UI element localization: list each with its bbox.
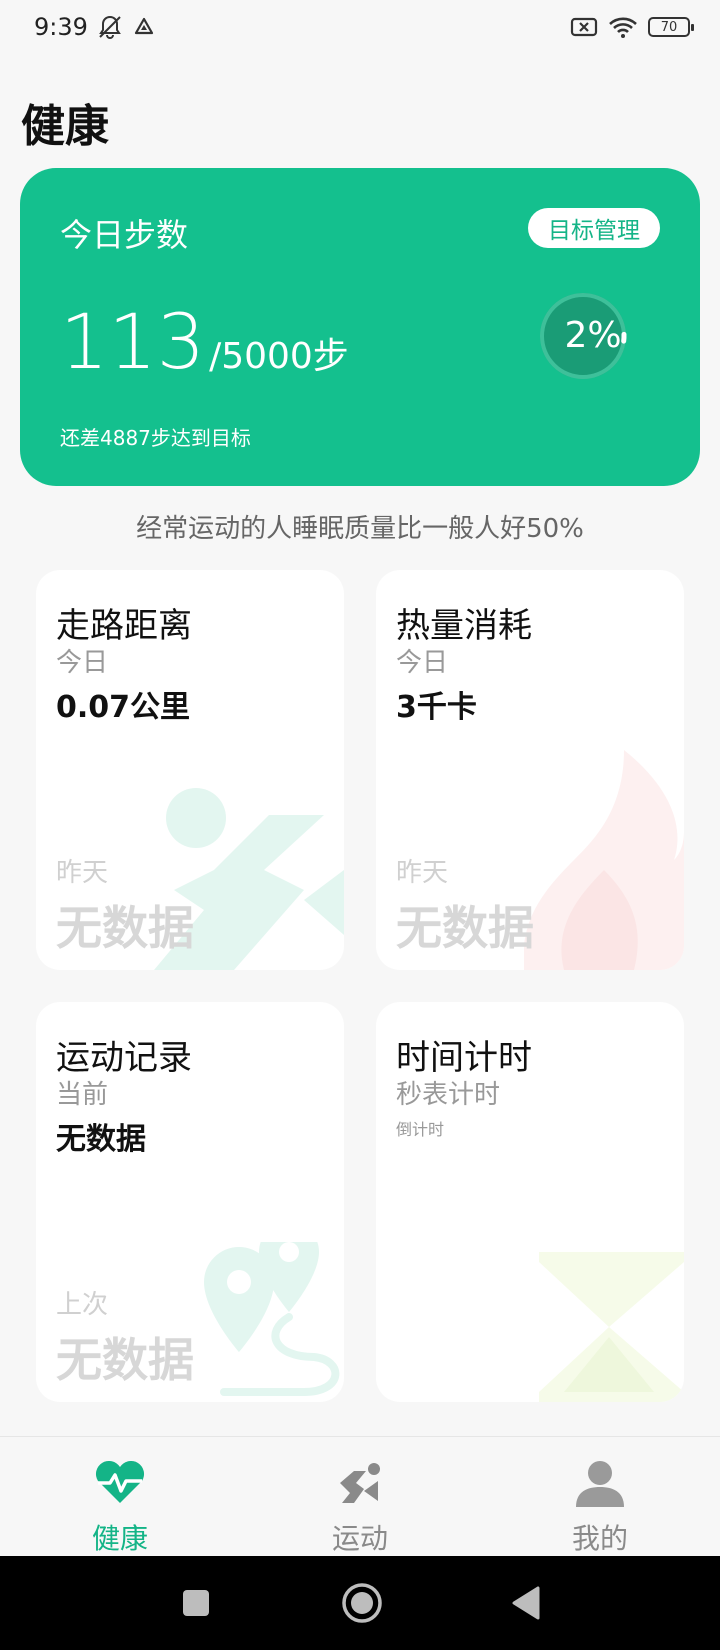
nav-label-sport: 运动 [331,1522,388,1555]
nav-item-mine[interactable]: 我的 [480,1437,720,1557]
exercise-records-value: 无数据 [56,1122,146,1157]
exercise-records-prev-label: 上次 [56,1290,109,1320]
walk-distance-prev-label: 昨天 [56,858,109,888]
heart-pulse-icon [94,1457,146,1509]
stopwatch-label: 秒表计时 [396,1080,501,1110]
walk-distance-value: 0.07公里 [56,690,191,725]
home-button[interactable] [334,1556,390,1650]
status-time: 9:39 [34,13,88,41]
walk-distance-title: 走路距离 [56,606,192,646]
wifi-icon [608,15,638,39]
flame-icon [524,750,684,970]
nav-item-sport[interactable]: 运动 [240,1437,480,1557]
walk-distance-prev-value: 无数据 [56,901,194,955]
steps-value: 113 [60,297,206,386]
calories-title: 热量消耗 [396,606,532,646]
walk-distance-subtitle: 今日 [56,648,109,678]
battery-icon: 70 [648,17,694,37]
exercise-records-title: 运动记录 [56,1038,192,1078]
nav-item-health[interactable]: 健康 [0,1437,240,1557]
exercise-records-prev-value: 无数据 [56,1333,194,1387]
bottom-nav: 健康 运动 我的 [0,1436,720,1556]
system-nav-bar [0,1556,720,1650]
bell-off-icon [96,13,124,41]
health-tip: 经常运动的人睡眠质量比一般人好50% [136,514,584,544]
calories-card[interactable]: 热量消耗 今日 3千卡 昨天 无数据 [376,570,684,970]
calories-prev-value: 无数据 [396,901,534,955]
page-title: 健康 [21,101,109,152]
square-icon [183,1590,209,1616]
countdown-label: 倒计时 [396,1120,445,1139]
exercise-records-card[interactable]: 运动记录 当前 无数据 上次 无数据 [36,1002,344,1402]
calories-prev-label: 昨天 [396,858,449,888]
steps-card[interactable]: 今日步数 目标管理 113 /5000步 还差4887步达到目标 2% [20,168,700,486]
steps-count: 113 /5000步 [60,304,349,380]
status-right: 70 [570,15,694,39]
sim-x-icon [570,15,598,39]
hourglass-icon [539,1252,684,1402]
status-left: 9:39 [34,13,156,41]
nav-label-mine: 我的 [571,1522,628,1555]
goal-management-button[interactable]: 目标管理 [528,208,660,248]
progress-percent: 2% [564,314,622,356]
battery-level: 70 [660,19,678,35]
timer-card[interactable]: 时间计时 秒表计时 倒计时 [376,1002,684,1402]
home-circle-icon [342,1583,382,1623]
person-icon [574,1457,626,1509]
walk-distance-card[interactable]: 走路距离 今日 0.07公里 昨天 无数据 [36,570,344,970]
timer-title: 时间计时 [396,1038,532,1078]
status-bar: 9:39 70 [0,0,720,54]
sport-icon [334,1457,386,1509]
calories-subtitle: 今日 [396,648,449,678]
back-button[interactable] [498,1556,554,1650]
calories-value: 3千卡 [396,690,477,725]
steps-remaining: 还差4887步达到目标 [60,426,251,450]
recent-apps-button[interactable] [168,1556,224,1650]
back-triangle-icon [512,1586,540,1620]
steps-label: 今日步数 [60,216,189,254]
nav-label-health: 健康 [91,1522,148,1555]
steps-total: /5000步 [209,336,349,377]
exercise-records-subtitle: 当前 [56,1080,109,1110]
drive-icon [132,15,156,39]
